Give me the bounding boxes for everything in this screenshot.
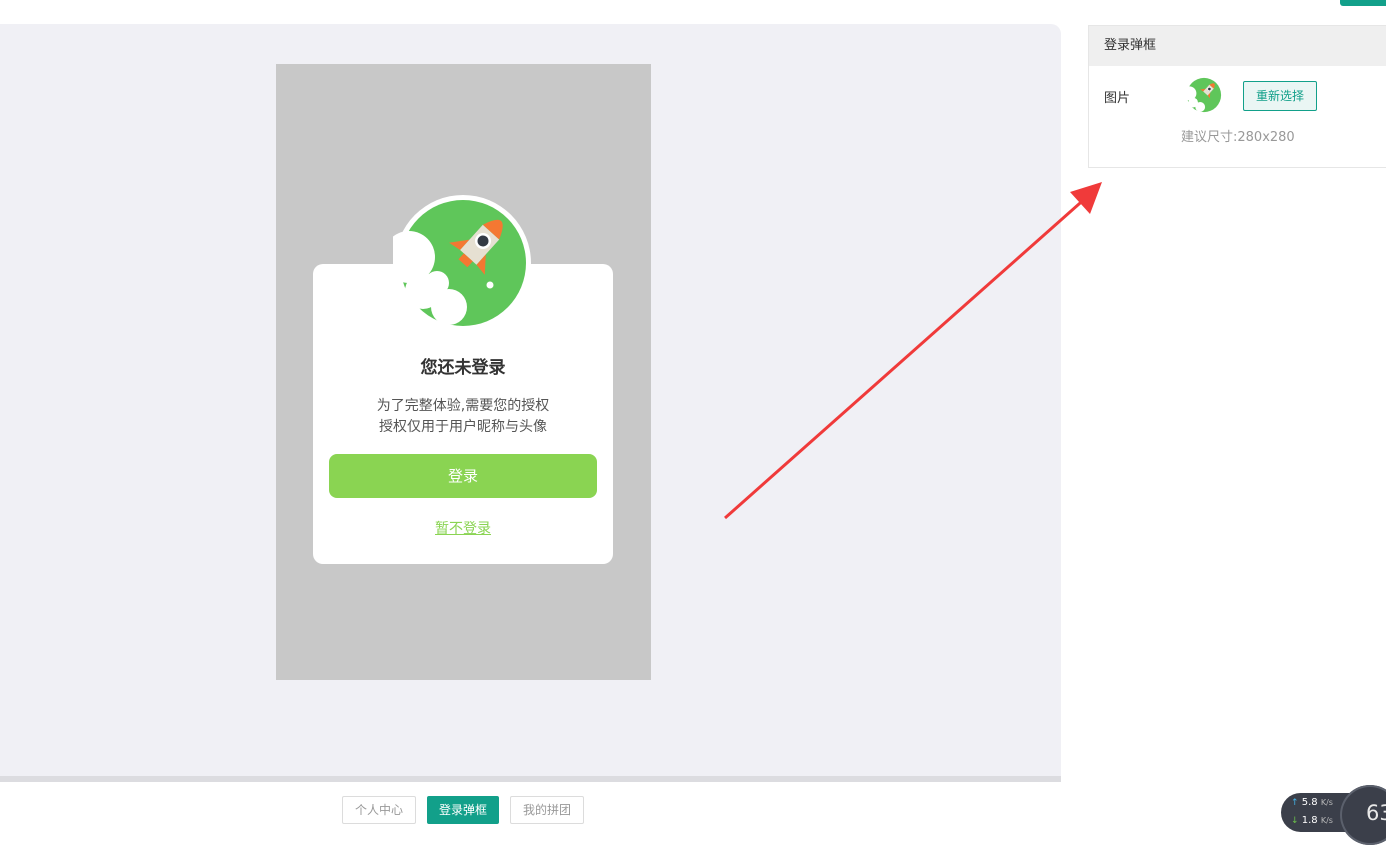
tab-login-modal[interactable]: 登录弹框: [427, 796, 499, 824]
modal-title: 您还未登录: [420, 358, 506, 378]
download-speed-value: 1.8: [1301, 815, 1318, 826]
login-button[interactable]: 登录: [329, 454, 597, 498]
phone-preview: 您还未登录 为了完整体验,需要您的授权 授权仅用于用户昵称与头像 登录 暂不登录: [276, 64, 651, 680]
up-arrow-icon: ↑: [1291, 798, 1299, 808]
down-arrow-icon: ↓: [1291, 816, 1299, 826]
upload-speed-unit: K/s: [1320, 798, 1333, 807]
rocket-icon: [393, 195, 531, 331]
bottom-tab-bar: 个人中心 登录弹框 我的拼团: [0, 782, 1061, 832]
upload-speed: ↑ 5.8 K/s: [1291, 797, 1333, 808]
skip-login-link[interactable]: 暂不登录: [313, 518, 613, 538]
upload-speed-value: 5.8: [1301, 797, 1318, 808]
gauge-value: 63: [1366, 801, 1386, 825]
reselect-image-button[interactable]: 重新选择: [1243, 81, 1317, 111]
top-accent-bar: [1340, 0, 1386, 6]
image-label: 图片: [1104, 91, 1131, 106]
tab-my-group-buy[interactable]: 我的拼团: [510, 796, 584, 824]
usage-gauge[interactable]: 63 %: [1340, 785, 1386, 845]
settings-header: 登录弹框: [1089, 26, 1386, 66]
size-hint: 建议尺寸:280x280: [1181, 130, 1295, 145]
modal-desc-line-1: 为了完整体验,需要您的授权: [376, 398, 550, 414]
download-speed-unit: K/s: [1320, 816, 1333, 825]
modal-desc-line-2: 授权仅用于用户昵称与头像: [379, 419, 547, 435]
preview-canvas: 您还未登录 为了完整体验,需要您的授权 授权仅用于用户昵称与头像 登录 暂不登录: [0, 24, 1061, 776]
modal-description: 为了完整体验,需要您的授权 授权仅用于用户昵称与头像: [313, 396, 613, 438]
tab-personal-center[interactable]: 个人中心: [342, 796, 416, 824]
rocket-thumbnail-icon: [1185, 77, 1222, 113]
download-speed: ↓ 1.8 K/s: [1291, 815, 1333, 826]
settings-panel: 登录弹框 图片 重新选择 建议尺寸:280x280: [1088, 25, 1386, 168]
